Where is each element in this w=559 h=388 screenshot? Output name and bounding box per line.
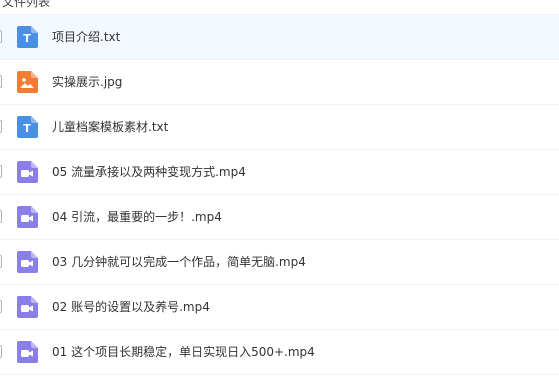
file-name[interactable]: 02 账号的设置以及养号.mp4 bbox=[52, 285, 210, 329]
row-checkbox[interactable] bbox=[0, 255, 2, 268]
file-name[interactable]: 03 几分钟就可以完成一个作品，简单无脑.mp4 bbox=[52, 240, 306, 284]
svg-text:T: T bbox=[23, 122, 31, 135]
text-file-icon: T bbox=[16, 116, 38, 138]
row-checkbox[interactable] bbox=[0, 300, 2, 313]
row-checkbox[interactable] bbox=[0, 345, 2, 358]
file-list: T 项目介绍.txt 实操展示.jpg T 儿童档案模板素材.txt 05 流量… bbox=[0, 15, 559, 375]
file-name[interactable]: 儿童档案模板素材.txt bbox=[52, 105, 168, 149]
file-row[interactable]: T 项目介绍.txt bbox=[0, 15, 559, 60]
row-checkbox[interactable] bbox=[0, 30, 2, 43]
file-name[interactable]: 05 流量承接以及两种变现方式.mp4 bbox=[52, 150, 246, 194]
list-header-text: 文件列表 bbox=[2, 0, 51, 9]
row-checkbox[interactable] bbox=[0, 165, 2, 178]
row-checkbox[interactable] bbox=[0, 75, 2, 88]
file-name[interactable]: 项目介绍.txt bbox=[52, 15, 120, 59]
file-row[interactable]: 05 流量承接以及两种变现方式.mp4 bbox=[0, 150, 559, 195]
file-row[interactable]: 04 引流，最重要的一步！.mp4 bbox=[0, 195, 559, 240]
file-name[interactable]: 01 这个项目长期稳定，单日实现日入500+.mp4 bbox=[52, 330, 315, 374]
video-file-icon bbox=[16, 341, 38, 363]
row-checkbox[interactable] bbox=[0, 120, 2, 133]
file-name[interactable]: 04 引流，最重要的一步！.mp4 bbox=[52, 195, 222, 239]
video-file-icon bbox=[16, 251, 38, 273]
video-file-icon bbox=[16, 296, 38, 318]
video-file-icon bbox=[16, 206, 38, 228]
list-header-strip: 文件列表 bbox=[0, 0, 559, 15]
video-file-icon bbox=[16, 161, 38, 183]
svg-text:T: T bbox=[23, 32, 31, 45]
image-file-icon bbox=[16, 71, 38, 93]
file-row[interactable]: 03 几分钟就可以完成一个作品，简单无脑.mp4 bbox=[0, 240, 559, 285]
file-row[interactable]: 01 这个项目长期稳定，单日实现日入500+.mp4 bbox=[0, 330, 559, 375]
file-name[interactable]: 实操展示.jpg bbox=[52, 60, 122, 104]
file-row[interactable]: T 儿童档案模板素材.txt bbox=[0, 105, 559, 150]
row-checkbox[interactable] bbox=[0, 210, 2, 223]
text-file-icon: T bbox=[16, 26, 38, 48]
file-row[interactable]: 实操展示.jpg bbox=[0, 60, 559, 105]
file-row[interactable]: 02 账号的设置以及养号.mp4 bbox=[0, 285, 559, 330]
